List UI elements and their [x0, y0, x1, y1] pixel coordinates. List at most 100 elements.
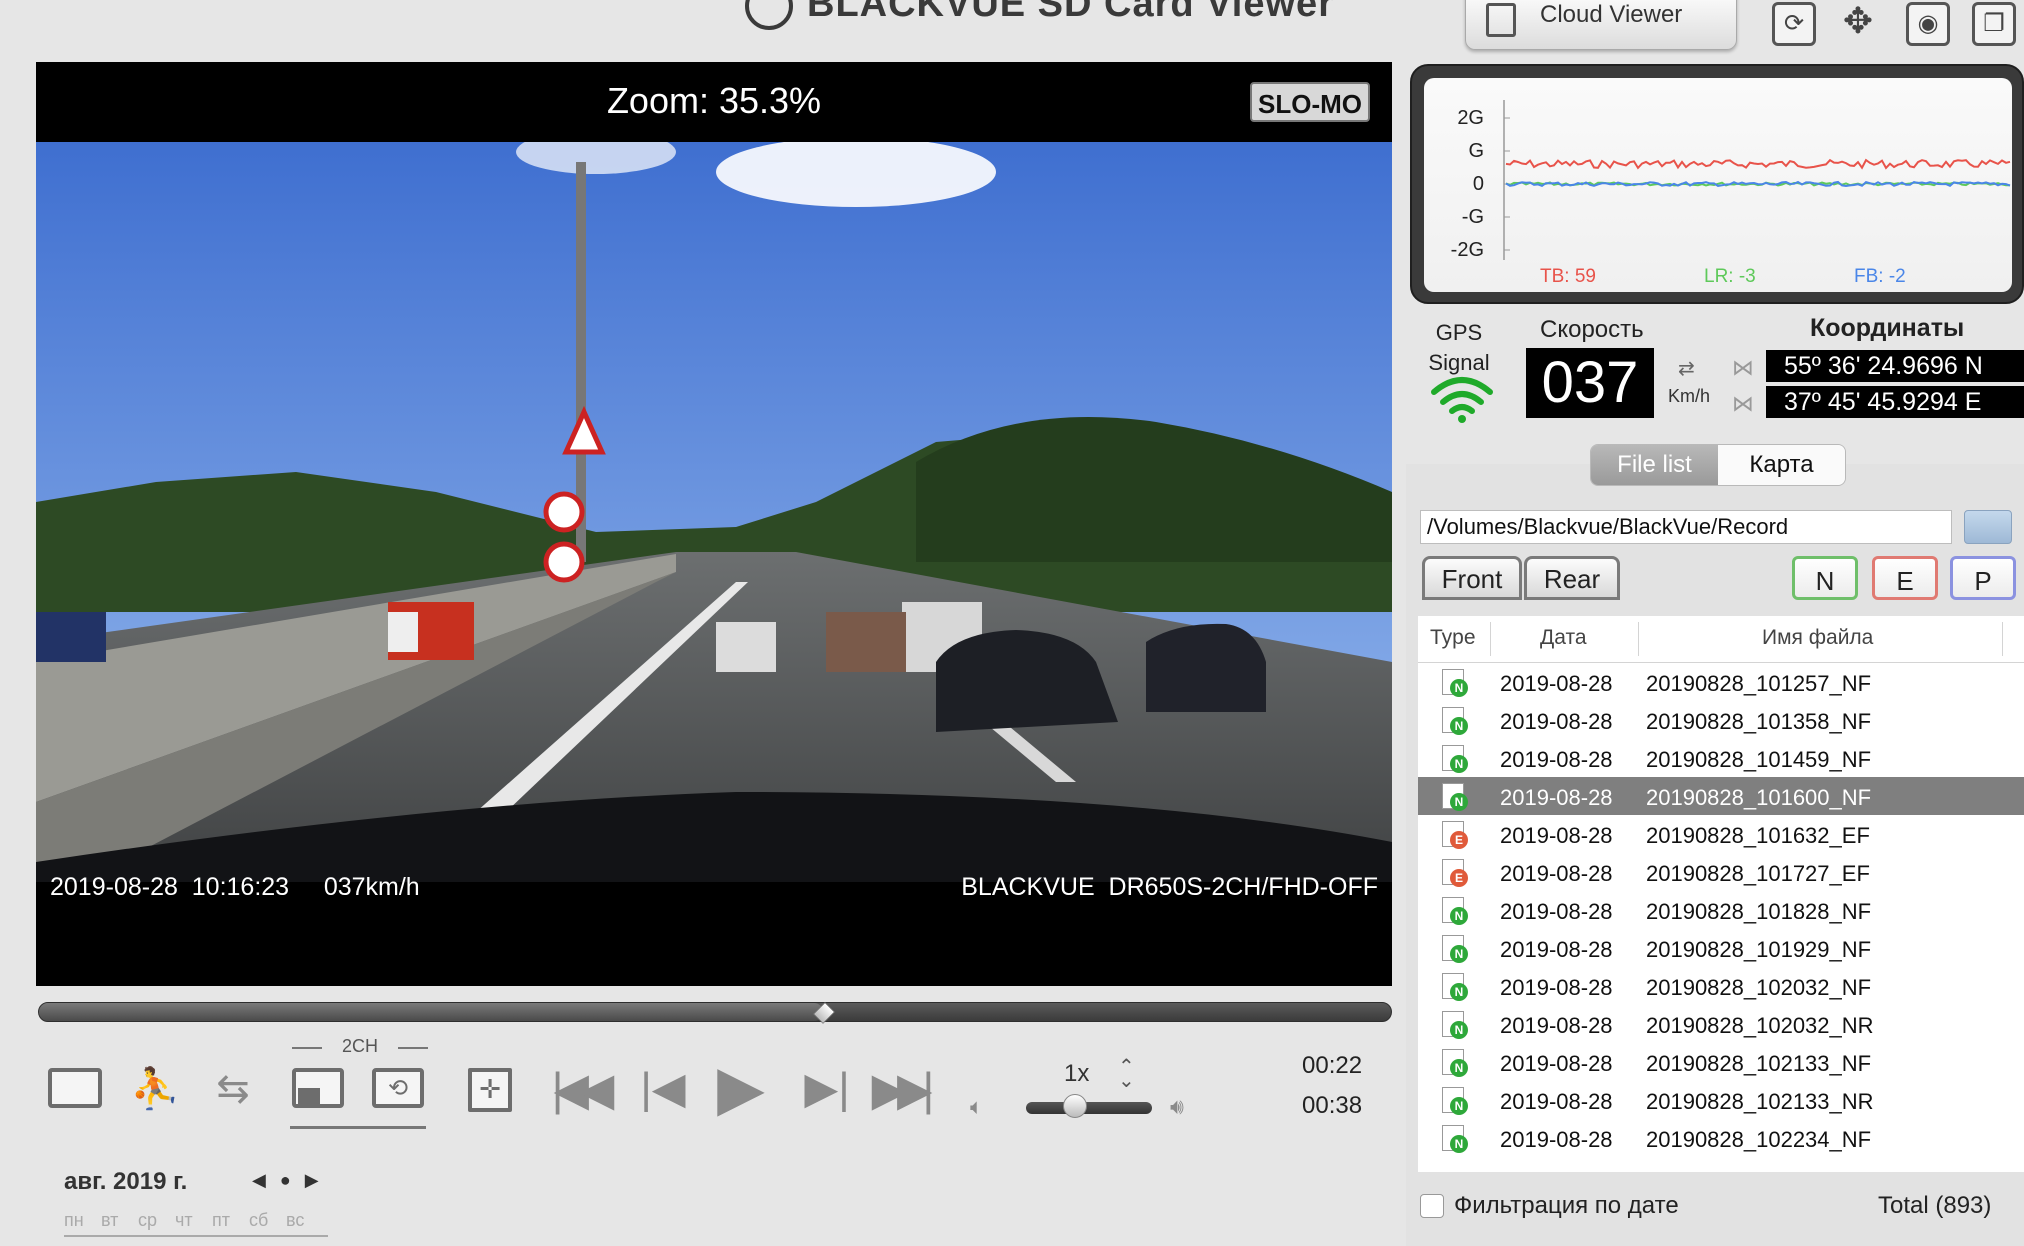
g-sensor-svg: 2G G 0 -G -2G TB: 59 LR: -3 FB: -2: [1451, 100, 2011, 287]
folder-path-input[interactable]: [1420, 510, 1952, 544]
filter-normal-button[interactable]: N: [1792, 556, 1858, 600]
g-sensor-lr-label: LR: -3: [1704, 266, 1756, 287]
speed-unit: Km/h: [1668, 386, 1711, 406]
front-camera-button[interactable]: Front: [1422, 556, 1522, 600]
osd-model: BLACKVUE DR650S-2CH/FHD-OFF: [961, 873, 1378, 901]
compass-icon[interactable]: ✥: [1836, 0, 1880, 46]
normal-file-icon: N: [1442, 783, 1468, 811]
window-icon[interactable]: ❐: [1972, 2, 2016, 46]
audio-switch-button[interactable]: ⇆: [204, 1064, 262, 1114]
calendar-prev-button[interactable]: ◀: [252, 1170, 280, 1190]
slomo-button[interactable]: SLO-MO: [1250, 82, 1370, 122]
coordinates-format-icon[interactable]: ⋈ ⋈: [1732, 350, 1754, 422]
gps-signal-label-line1: GPS: [1435, 320, 1483, 345]
playback-speed-value[interactable]: 1x: [1064, 1060, 1089, 1088]
normal-file-icon: N: [1442, 973, 1468, 1001]
column-type[interactable]: Type: [1430, 626, 1476, 650]
volume-slider-handle[interactable]: [1062, 1094, 1087, 1118]
blackvue-logo-icon: [745, 0, 793, 30]
coordinates-title: Координаты: [1810, 314, 1965, 342]
normal-file-icon: N: [1442, 935, 1468, 963]
user-swap-icon: ⛹: [130, 1067, 180, 1111]
unit-toggle-icon[interactable]: ⇄: [1678, 356, 1695, 381]
skip-forward-icon: ▶▶|: [871, 1063, 935, 1115]
cloud-viewer-button[interactable]: Cloud Viewer: [1465, 0, 1737, 50]
table-row[interactable]: N 2019-08-28 20190828_101828_NF: [1418, 891, 2024, 929]
rear-camera-button[interactable]: Rear: [1524, 556, 1620, 600]
file-date: 2019-08-28: [1500, 1089, 1613, 1114]
column-filename[interactable]: Имя файла: [1762, 626, 1873, 650]
date-filter-checkbox[interactable]: [1420, 1194, 1444, 1218]
table-row[interactable]: N 2019-08-28 20190828_101929_NF: [1418, 929, 2024, 967]
calendar-today-button[interactable]: ●: [280, 1170, 305, 1190]
event-file-icon: E: [1442, 821, 1468, 849]
filter-parking-button[interactable]: P: [1950, 556, 2016, 600]
table-row[interactable]: N 2019-08-28 20190828_101358_NF: [1418, 701, 2024, 739]
g-sensor-fb-label: FB: -2: [1854, 266, 1906, 287]
date-filter-label: Фильтрация по дате: [1454, 1192, 1679, 1219]
file-name: 20190828_101600_NF: [1646, 785, 1872, 810]
g-sensor-panel: 2G G 0 -G -2G TB: 59 LR: -3 FB: -2: [1424, 78, 2012, 292]
weekday: вт: [101, 1210, 119, 1230]
chevron-down-icon[interactable]: ⌄: [1118, 1071, 1135, 1091]
table-row[interactable]: E 2019-08-28 20190828_101727_EF: [1418, 853, 2024, 891]
swap-channels-button[interactable]: ⟲: [370, 1064, 428, 1114]
pip-button[interactable]: [290, 1064, 348, 1114]
normal-file-icon: N: [1442, 745, 1468, 773]
g-tick-1g: G: [1468, 140, 1484, 162]
file-date: 2019-08-28: [1500, 1013, 1613, 1038]
file-date: 2019-08-28: [1500, 1051, 1613, 1076]
file-date: 2019-08-28: [1500, 975, 1613, 1000]
refresh-icon[interactable]: ⟳: [1772, 2, 1816, 46]
previous-file-button[interactable]: |◀◀: [546, 1064, 615, 1114]
table-row[interactable]: N 2019-08-28 20190828_102133_NR: [1418, 1081, 2024, 1119]
normal-file-icon: N: [1442, 897, 1468, 925]
table-row[interactable]: E 2019-08-28 20190828_101632_EF: [1418, 815, 2024, 853]
play-button[interactable]: ▶: [706, 1058, 776, 1120]
g-tick-neg-1g: -G: [1462, 206, 1484, 228]
table-row[interactable]: N 2019-08-28 20190828_101257_NF: [1418, 663, 2024, 701]
export-button[interactable]: [46, 1064, 104, 1114]
next-frame-button[interactable]: ▶|: [798, 1064, 856, 1114]
normal-file-icon: N: [1442, 1087, 1468, 1115]
previous-frame-button[interactable]: |◀: [634, 1064, 692, 1114]
two-channel-underline: [290, 1126, 426, 1129]
file-name: 20190828_102032_NR: [1646, 1013, 1874, 1038]
audio-switch-icon: ⇆: [216, 1067, 250, 1111]
filter-event-button[interactable]: E: [1872, 556, 1938, 600]
user-swap-button[interactable]: ⛹: [126, 1064, 184, 1114]
file-table-header: Type Дата Имя файла: [1418, 616, 2024, 663]
calendar-month: авг. 2019 г.: [64, 1168, 188, 1195]
calendar-next-button[interactable]: ▶: [305, 1170, 333, 1190]
pip-icon: [292, 1068, 344, 1108]
playback-speed-stepper[interactable]: ⌃ ⌄: [1118, 1057, 1135, 1091]
seek-bar[interactable]: [38, 1002, 1392, 1024]
normal-file-icon: N: [1442, 1125, 1468, 1153]
g-tick-0: 0: [1473, 173, 1484, 195]
video-player[interactable]: Zoom: 35.3% SLO-MO 2019-08-28 10:16:23 0…: [36, 62, 1392, 986]
normal-file-icon: N: [1442, 707, 1468, 735]
camera-icon[interactable]: ◉: [1906, 2, 1950, 46]
file-table: Type Дата Имя файла N 2019-08-28 20190828_…: [1418, 616, 2024, 1172]
file-date: 2019-08-28: [1500, 861, 1613, 886]
latitude-display: 55º 36' 24.9696 N: [1766, 350, 2024, 382]
table-row[interactable]: N 2019-08-28 20190828_102234_NF: [1418, 1119, 2024, 1157]
table-row[interactable]: N 2019-08-28 20190828_101600_NF: [1418, 777, 2024, 815]
g-sensor-graph: 2G G 0 -G -2G TB: 59 LR: -3 FB: -2: [1410, 64, 2024, 304]
table-row[interactable]: N 2019-08-28 20190828_101459_NF: [1418, 739, 2024, 777]
current-time: 00:22: [1302, 1052, 1363, 1079]
table-row[interactable]: N 2019-08-28 20190828_102032_NR: [1418, 1005, 2024, 1043]
file-date: 2019-08-28: [1500, 747, 1613, 772]
folder-icon[interactable]: [1964, 510, 2012, 544]
step-back-icon: |◀: [640, 1064, 686, 1113]
file-name: 20190828_101358_NF: [1646, 709, 1872, 734]
tab-file-list[interactable]: File list: [1591, 445, 1718, 485]
next-file-button[interactable]: ▶▶|: [866, 1063, 935, 1115]
table-row[interactable]: N 2019-08-28 20190828_102032_NF: [1418, 967, 2024, 1005]
normal-file-icon: N: [1442, 1011, 1468, 1039]
volume-slider[interactable]: [1026, 1094, 1152, 1118]
table-row[interactable]: N 2019-08-28 20190828_102133_NF: [1418, 1043, 2024, 1081]
fullscreen-button[interactable]: ✛: [462, 1064, 520, 1114]
tab-map[interactable]: Карта: [1718, 445, 1845, 485]
column-date[interactable]: Дата: [1540, 626, 1587, 650]
